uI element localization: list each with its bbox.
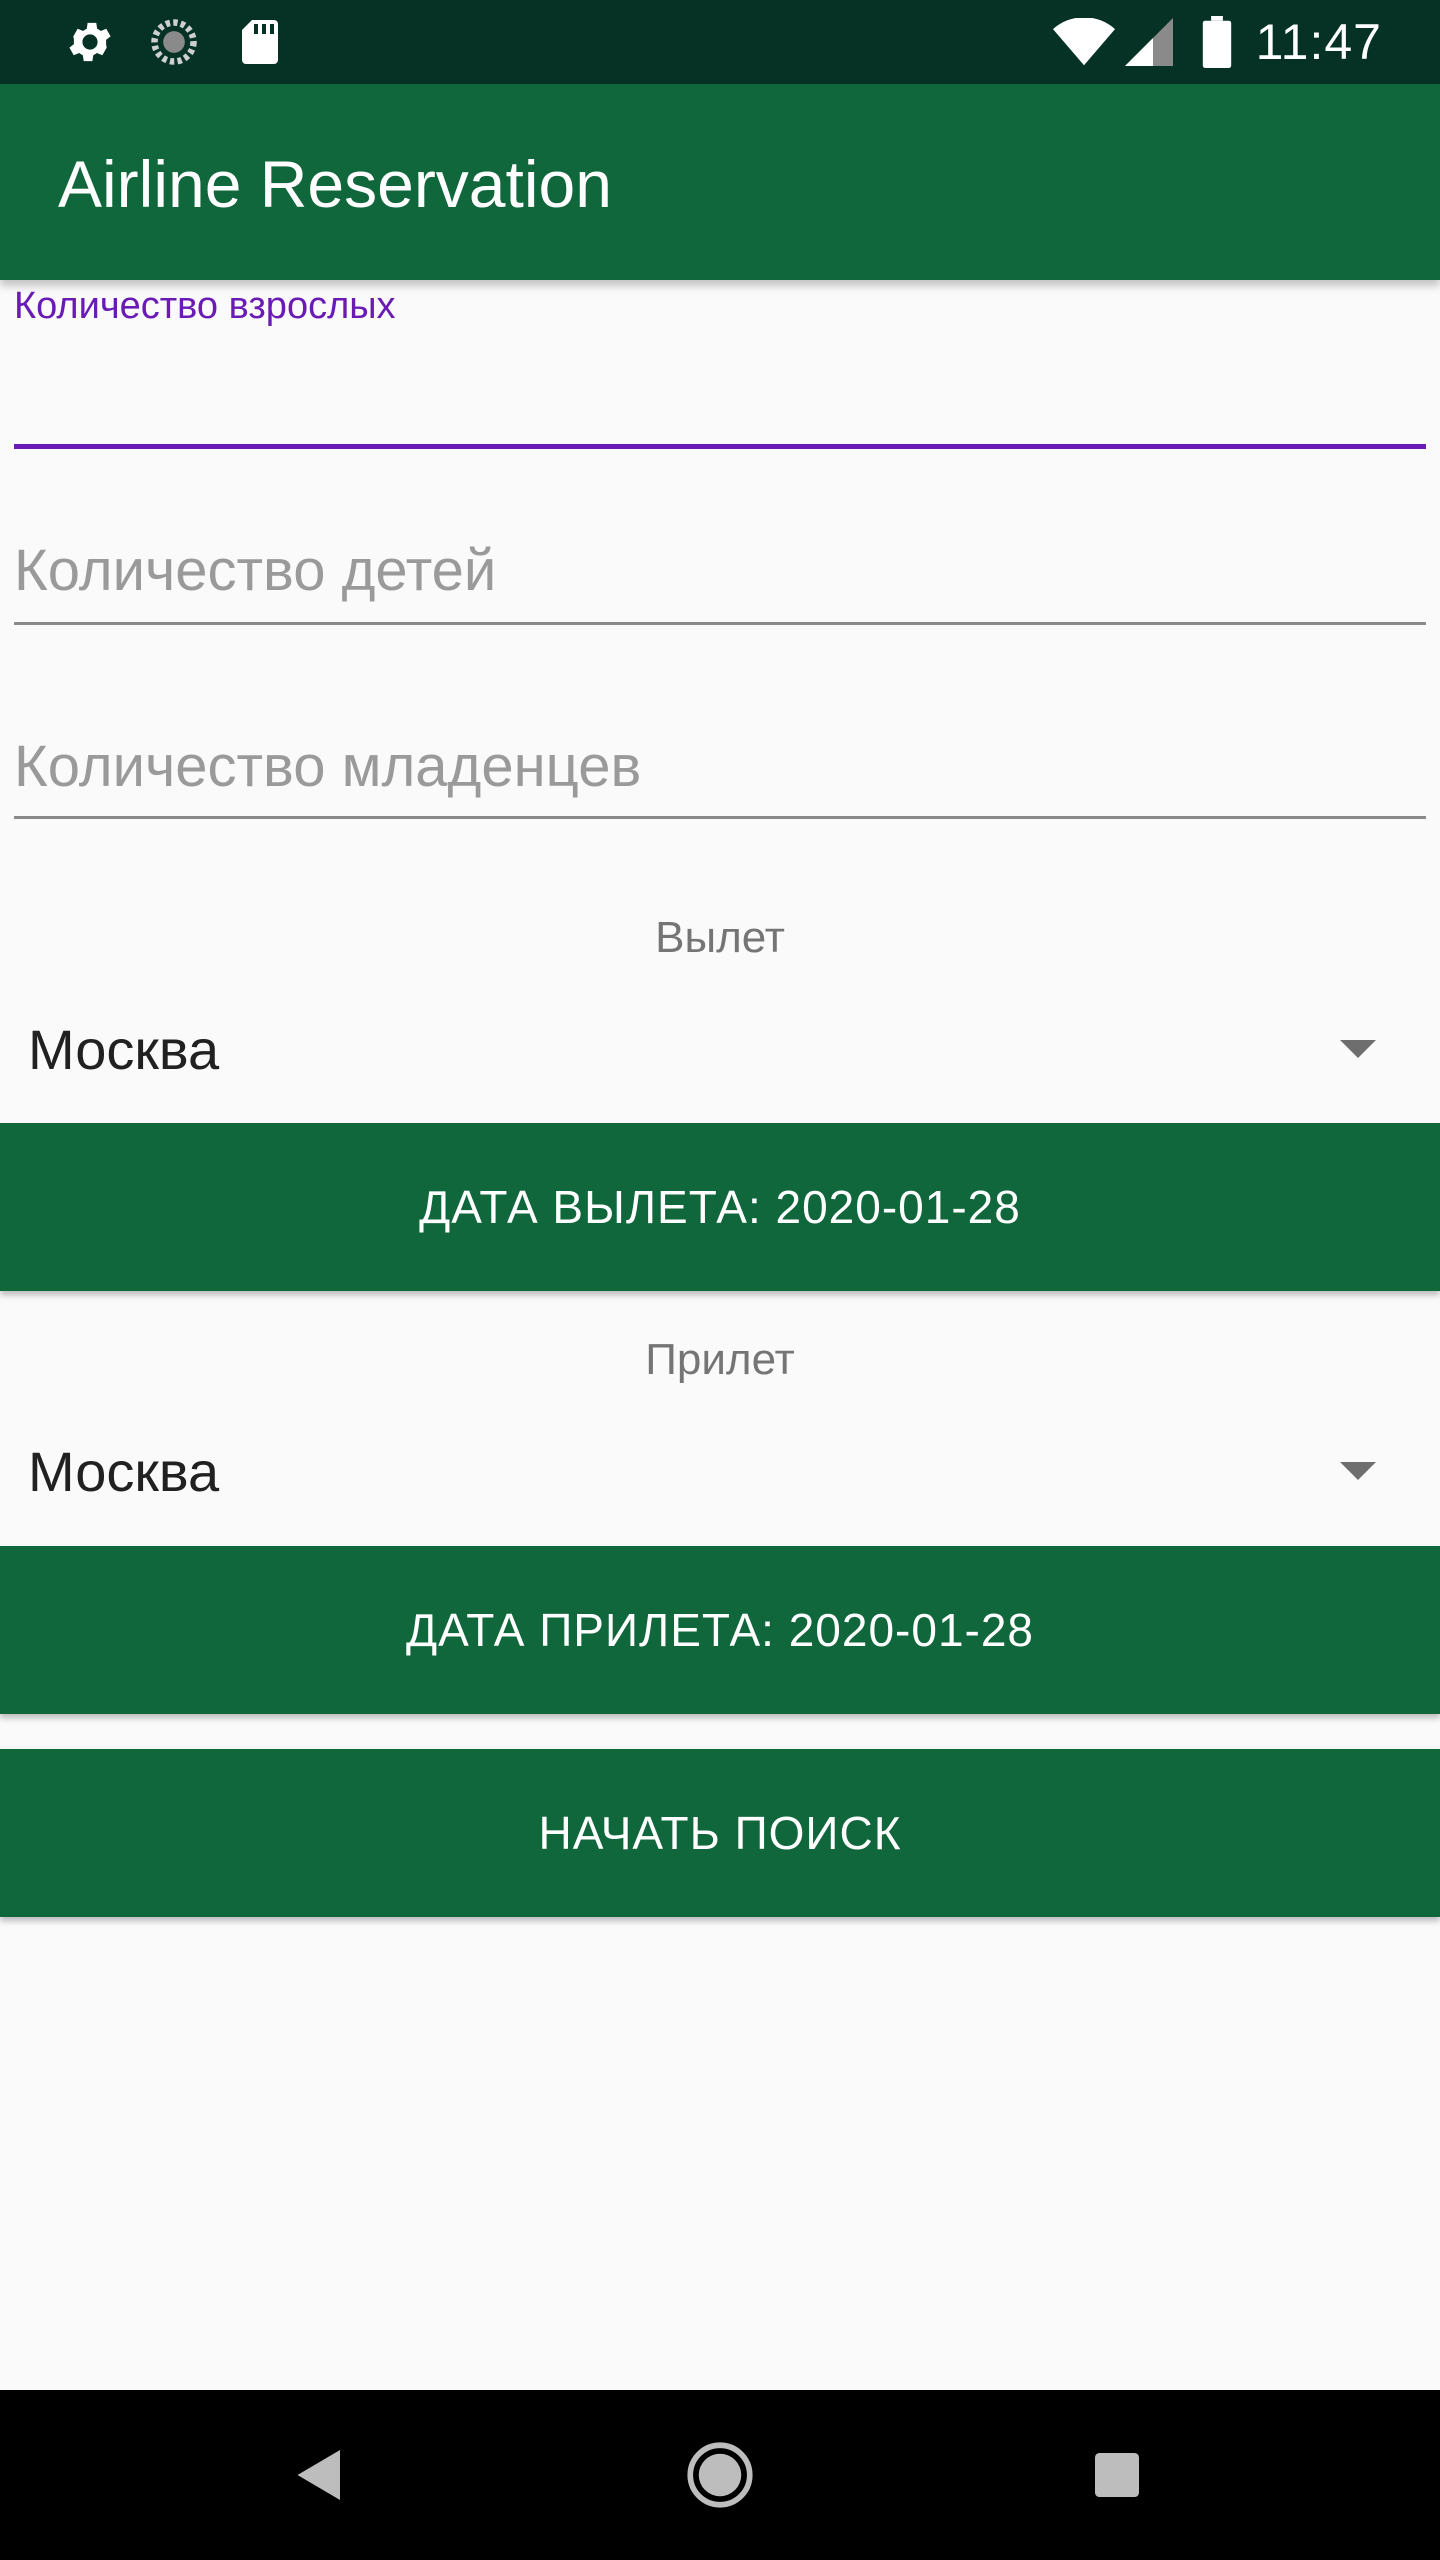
sd-card-icon: [236, 18, 284, 66]
app-bar: Airline Reservation: [0, 84, 1440, 280]
departure-spinner[interactable]: Москва: [0, 978, 1440, 1118]
navigation-bar: [0, 2390, 1440, 2560]
dropdown-arrow-icon: [1340, 1462, 1376, 1480]
adults-field[interactable]: Количество взрослых: [14, 280, 1426, 450]
start-search-button[interactable]: НАЧАТЬ ПОИСК: [0, 1749, 1440, 1917]
status-time: 11:47: [1255, 14, 1382, 70]
battery-icon: [1200, 16, 1234, 68]
arrival-spinner[interactable]: Москва: [0, 1400, 1440, 1540]
arrival-label: Прилет: [645, 1335, 795, 1384]
adults-input[interactable]: [14, 344, 1426, 424]
dropdown-arrow-icon: [1340, 1040, 1376, 1058]
infants-input[interactable]: [14, 726, 1426, 806]
back-icon[interactable]: [280, 2435, 360, 2515]
arrival-date-button[interactable]: ДАТА ПРИЛЕТА: 2020-01-28: [0, 1546, 1440, 1714]
reservation-form: Количество взрослых Вылет Москва ДАТА ВЫ…: [0, 280, 1440, 2390]
departure-label: Вылет: [655, 913, 785, 962]
recents-icon[interactable]: [1077, 2435, 1157, 2515]
adults-field-underline: [14, 444, 1426, 449]
arrival-selected-value: Москва: [28, 1440, 220, 1503]
status-bar: 11:47: [0, 0, 1440, 84]
children-field-underline: [14, 622, 1426, 625]
home-icon[interactable]: [680, 2435, 760, 2515]
adults-field-label: Количество взрослых: [14, 285, 396, 327]
departure-date-button[interactable]: ДАТА ВЫЛЕТА: 2020-01-28: [0, 1123, 1440, 1291]
wifi-icon: [1052, 18, 1116, 66]
infants-field[interactable]: [14, 726, 1426, 836]
cell-signal-icon: [1124, 18, 1174, 66]
infants-field-underline: [14, 816, 1426, 819]
sync-icon: [146, 18, 202, 66]
app-title: Airline Reservation: [58, 147, 612, 221]
gear-icon: [62, 18, 118, 66]
children-input[interactable]: [14, 530, 1426, 610]
children-field[interactable]: [14, 530, 1426, 640]
departure-selected-value: Москва: [28, 1018, 220, 1081]
